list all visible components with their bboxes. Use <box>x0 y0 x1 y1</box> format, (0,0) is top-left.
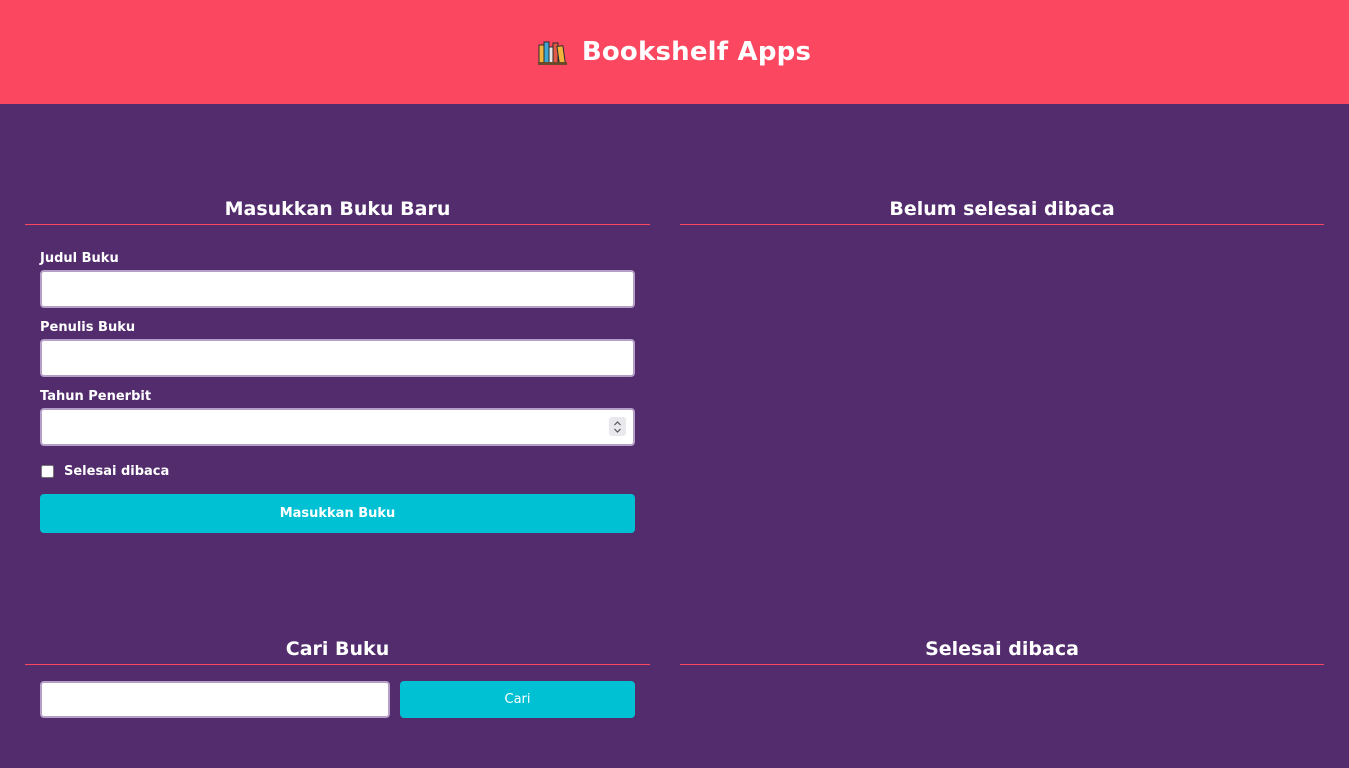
finished-shelf-section: Selesai dibaca <box>680 638 1324 685</box>
book-author-label: Penulis Buku <box>40 320 136 335</box>
book-year-field <box>40 408 635 446</box>
unfinished-shelf-section: Belum selesai dibaca <box>680 198 1324 245</box>
completed-checkbox-row: Selesai dibaca <box>40 462 635 480</box>
search-input[interactable] <box>40 681 390 718</box>
input-section-title: Masukkan Buku Baru <box>25 198 650 225</box>
completed-checkbox[interactable] <box>41 464 54 478</box>
finished-section-title: Selesai dibaca <box>680 638 1324 665</box>
book-year-input[interactable] <box>40 408 635 446</box>
unfinished-book-list <box>680 225 1324 245</box>
input-book-section: Masukkan Buku Baru Judul Buku Penulis Bu… <box>25 198 650 533</box>
search-section: Cari Buku Cari <box>25 638 650 718</box>
book-title-label: Judul Buku <box>40 251 119 266</box>
search-form: Cari <box>25 665 650 718</box>
header-brand: Bookshelf Apps <box>537 37 812 67</box>
finished-book-list <box>680 665 1324 685</box>
book-title-input[interactable] <box>40 270 635 308</box>
app-header: Bookshelf Apps <box>0 0 1349 104</box>
submit-book-button[interactable]: Masukkan Buku <box>40 494 635 533</box>
app-title: Bookshelf Apps <box>581 37 812 67</box>
year-spinner[interactable] <box>609 417 626 436</box>
book-year-label: Tahun Penerbit <box>40 389 152 404</box>
input-book-form: Judul Buku Penulis Buku Tahun Penerbit S… <box>25 225 650 533</box>
completed-checkbox-label: Selesai dibaca <box>64 463 170 479</box>
spinner-arrows-icon <box>614 420 621 433</box>
books-icon <box>537 39 568 65</box>
book-author-input[interactable] <box>40 339 635 377</box>
unfinished-section-title: Belum selesai dibaca <box>680 198 1324 225</box>
search-button[interactable]: Cari <box>400 681 635 718</box>
search-section-title: Cari Buku <box>25 638 650 665</box>
